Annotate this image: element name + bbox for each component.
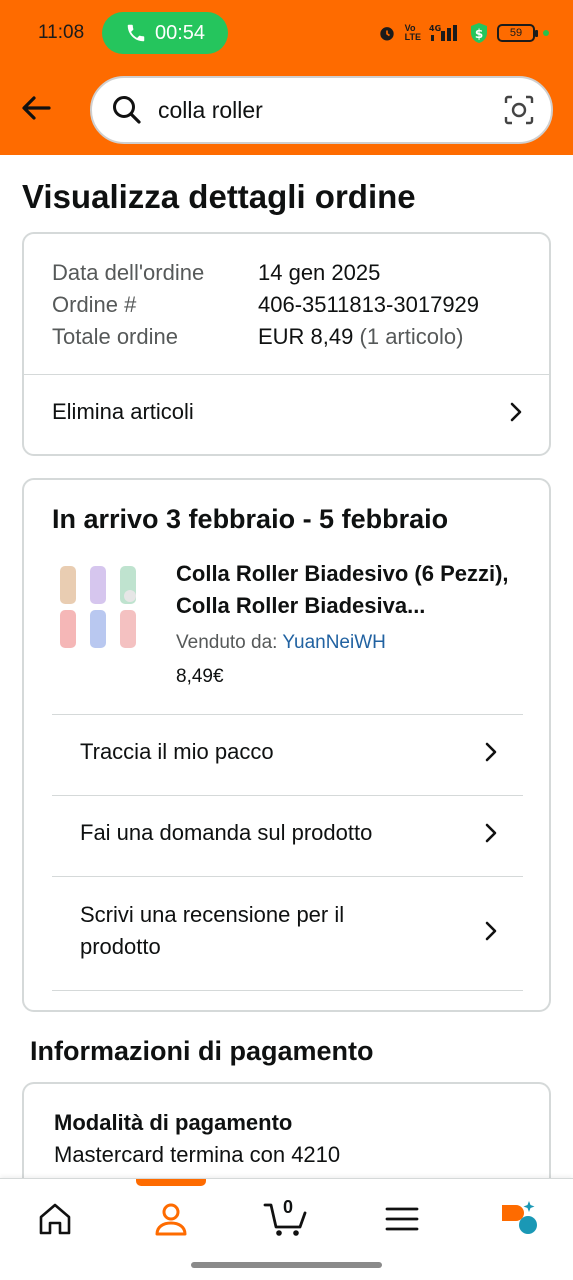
order-total-label: Totale ordine: [52, 324, 178, 349]
volte-icon: Vo LTE: [404, 23, 421, 42]
order-date-value: 14 gen 2025: [258, 260, 381, 285]
payment-method-value: Mastercard termina con 4210: [54, 1142, 341, 1167]
divider: [52, 876, 523, 877]
product-title[interactable]: Colla Roller Biadesivo (6 Pezzi), Colla …: [176, 558, 531, 622]
call-timer: 00:54: [154, 21, 206, 44]
home-icon[interactable]: [35, 1199, 75, 1239]
alarm-icon: [379, 27, 394, 41]
divider: [52, 714, 523, 715]
write-review-row[interactable]: Scrivi una recensione per il prodotto: [80, 886, 502, 976]
status-time: 11:08: [38, 22, 85, 43]
seller-link[interactable]: YuanNeiWH: [282, 632, 386, 653]
battery-icon: 59: [497, 24, 538, 42]
chevron-right-icon: [485, 921, 497, 941]
order-number-value: 406-3511813-3017929: [258, 292, 480, 317]
sold-by-label: Venduto da:: [176, 632, 278, 653]
camera-search-icon[interactable]: [503, 94, 535, 126]
cart-count-badge: 0: [283, 1197, 294, 1217]
active-tab-indicator: [136, 1179, 206, 1186]
track-package-row[interactable]: Traccia il mio pacco: [80, 722, 502, 782]
shield-dollar-icon: $: [471, 23, 487, 43]
signal-icon: 4G: [429, 24, 457, 41]
chevron-right-icon: [485, 742, 497, 762]
product-price: 8,49€: [176, 666, 224, 687]
home-indicator[interactable]: [191, 1262, 382, 1268]
menu-icon[interactable]: [382, 1199, 422, 1239]
write-review-label: Scrivi una recensione per il prodotto: [80, 902, 345, 959]
ongoing-call-pill[interactable]: 00:54: [102, 12, 228, 54]
svg-text:$: $: [475, 27, 483, 41]
sold-by: Venduto da: YuanNeiWH: [176, 632, 386, 654]
app-header: 11:08 00:54 Vo LTE 4G $ 59 colla roller: [0, 0, 573, 155]
order-total-amount: EUR 8,49: [258, 324, 354, 349]
divider: [52, 795, 523, 796]
page-title: Visualizza dettagli ordine: [22, 178, 416, 215]
divider: [24, 374, 549, 375]
back-arrow-icon[interactable]: [18, 90, 54, 126]
delete-items-label: Elimina articoli: [52, 399, 194, 424]
phone-icon: [127, 24, 145, 42]
ask-question-label: Fai una domanda sul prodotto: [80, 820, 373, 845]
shipment-card: In arrivo 3 febbraio - 5 febbraio Colla …: [22, 478, 551, 1012]
payment-method-label: Modalità di pagamento: [54, 1110, 293, 1135]
track-package-label: Traccia il mio pacco: [80, 739, 274, 764]
product-thumbnail[interactable]: [52, 558, 152, 658]
delivery-estimate: In arrivo 3 febbraio - 5 febbraio: [52, 504, 449, 534]
search-input[interactable]: colla roller: [158, 97, 503, 124]
status-icons: Vo LTE 4G $ 59: [377, 22, 549, 44]
privacy-indicator-dot: [543, 30, 549, 36]
payment-section-title: Informazioni di pagamento: [30, 1036, 374, 1066]
order-number-label: Ordine #: [52, 292, 137, 317]
chevron-right-icon: [510, 402, 522, 422]
order-date-label: Data dell'ordine: [52, 260, 205, 285]
chevron-right-icon: [485, 823, 497, 843]
order-summary-card: Data dell'ordine 14 gen 2025 Ordine # 40…: [22, 232, 551, 456]
delete-items-row[interactable]: Elimina articoli: [52, 384, 527, 440]
search-bar[interactable]: colla roller: [90, 76, 553, 144]
search-icon: [113, 96, 141, 124]
account-icon[interactable]: [151, 1199, 191, 1239]
divider: [52, 990, 523, 991]
status-bar: 11:08 00:54 Vo LTE 4G $ 59: [0, 0, 573, 66]
ask-question-row[interactable]: Fai una domanda sul prodotto: [80, 803, 502, 863]
order-total-items: (1 articolo): [359, 324, 464, 349]
order-total-value: EUR 8,49 (1 articolo): [258, 324, 463, 350]
rufus-assistant-icon[interactable]: [498, 1199, 538, 1239]
svg-text:4G: 4G: [429, 24, 441, 33]
